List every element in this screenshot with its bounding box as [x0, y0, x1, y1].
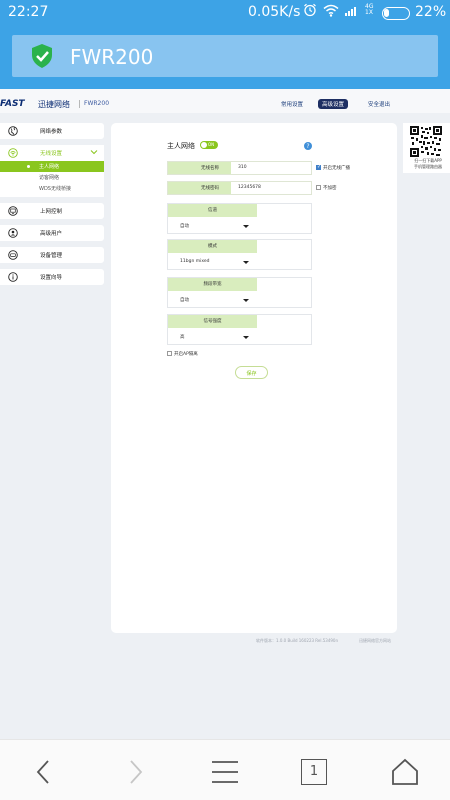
browser-bottom-nav: 1 — [0, 739, 450, 800]
app-title: FWR200 — [70, 45, 154, 69]
info-icon — [8, 272, 18, 282]
router-model: FWR200 — [84, 100, 110, 107]
channel-select[interactable]: 自动 — [180, 223, 189, 229]
bandwidth-select[interactable]: 自动 — [180, 297, 189, 303]
sidebar-item-advanced-user[interactable]: 高级用户 — [0, 225, 104, 241]
no-encrypt-label: 不加密 — [323, 186, 337, 191]
firmware-version: 软件版本：1.0.0 Build 160223 Rel.53490n — [256, 638, 339, 643]
wifi-icon — [323, 4, 339, 17]
logo-chinese: 迅捷网络 — [38, 100, 70, 109]
sidebar-item-network[interactable]: 网络参数 — [0, 123, 104, 139]
app-header: FWR200 — [0, 27, 450, 89]
status-icons: 4G 1X — [303, 3, 373, 17]
host-network-panel: 主人网络 ON ? 无线名称 310 开启无线广播 无线密码 12345678 … — [111, 123, 397, 633]
signal-icon — [345, 6, 356, 16]
shield-check-icon — [32, 44, 52, 68]
user-icon — [8, 228, 18, 238]
home-icon[interactable] — [390, 757, 420, 787]
menu-icon[interactable] — [210, 757, 240, 787]
monitor-icon — [8, 206, 18, 216]
broadcast-checkbox[interactable]: 开启无线广播 — [316, 164, 350, 171]
sidebar-item-label: 高级用户 — [40, 231, 63, 237]
save-button[interactable]: 保存 — [235, 366, 268, 379]
logo-separator: | — [78, 99, 81, 108]
signal-power-select[interactable]: 高 — [180, 334, 185, 340]
ap-isolation-label: 开启AP隔离 — [174, 352, 198, 357]
back-icon[interactable] — [29, 757, 59, 787]
ssid-input[interactable]: 310 — [238, 165, 247, 170]
help-icon[interactable]: ? — [304, 142, 312, 150]
sidebar-item-label: 无线设置 — [40, 151, 63, 157]
channel-label: 信道 — [168, 204, 257, 217]
qr-code-icon — [410, 126, 442, 157]
sidebar-item-label: 网络参数 — [40, 129, 63, 135]
bandwidth-field: 频段带宽 自动 — [167, 277, 312, 308]
signal-power-field: 信号强度 高 — [167, 314, 312, 345]
channel-field: 信道 自动 — [167, 203, 312, 234]
checkbox-checked-icon — [316, 164, 321, 170]
globe-icon — [8, 126, 18, 136]
sidebar-item-label: 设置向导 — [40, 275, 63, 281]
sidebar-item-internet-control[interactable]: 上网控制 — [0, 203, 104, 219]
caret-down-icon[interactable] — [243, 261, 249, 264]
alarm-icon — [304, 3, 316, 17]
ssid-label: 无线名称 — [168, 162, 231, 174]
battery-percent: 22% — [415, 4, 447, 20]
qr-caption-line2: 手机管理路由器 — [414, 164, 442, 169]
caret-down-icon[interactable] — [243, 225, 249, 228]
sidebar-item-label: 上网控制 — [40, 209, 63, 215]
mode-label: 模式 — [168, 240, 257, 253]
qr-code-box: 扫一扫下载APP 手机管理路由器 — [403, 123, 450, 173]
tabs-button[interactable]: 1 — [301, 759, 327, 785]
signal-power-label: 信号强度 — [168, 315, 257, 328]
bandwidth-label: 频段带宽 — [168, 278, 257, 291]
status-time: 22:27 — [8, 4, 49, 20]
host-network-toggle[interactable]: ON — [200, 141, 218, 149]
nav-logout[interactable]: 安全退出 — [368, 100, 390, 108]
network-speed: 0.05K/s — [248, 4, 301, 20]
status-bar: 22:27 0.05K/s 4G 1X 22% — [0, 0, 450, 27]
sidebar-subitem-wds-bridge[interactable]: WDS无线桥接 — [0, 183, 104, 194]
qr-caption: 扫一扫下载APP 手机管理路由器 — [406, 158, 450, 170]
mode-select[interactable]: 11bgn mixed — [180, 259, 210, 264]
sidebar-item-setup-wizard[interactable]: 设置向导 — [0, 269, 104, 285]
sidebar: 网络参数 无线设置 主人网络 访客网络 WDS无线桥接 上网控制 高级用户 设备… — [0, 123, 104, 291]
sidebar-subitem-host-network[interactable]: 主人网络 — [0, 161, 104, 172]
password-label: 无线密码 — [168, 182, 231, 194]
network-sub: 1X — [365, 9, 373, 16]
fast-logo: FAST — [0, 99, 25, 109]
password-row: 无线密码 12345678 — [167, 181, 312, 195]
sidebar-item-wireless[interactable]: 无线设置 — [0, 145, 104, 161]
app-title-box[interactable]: FWR200 — [12, 35, 438, 77]
chevron-down-icon — [90, 150, 98, 155]
caret-down-icon[interactable] — [243, 336, 249, 339]
ssid-row: 无线名称 310 — [167, 161, 312, 175]
web-header: FAST 迅捷网络 | FWR200 常用设置 高级设置 安全退出 — [0, 89, 450, 113]
official-site-link[interactable]: 迅捷网络官方网站 — [359, 638, 391, 644]
broadcast-label: 开启无线广播 — [323, 166, 350, 171]
panel-title: 主人网络 — [167, 142, 195, 150]
mode-field: 模式 11bgn mixed — [167, 239, 312, 270]
caret-down-icon[interactable] — [243, 299, 249, 302]
sidebar-subitem-guest-network[interactable]: 访客网络 — [0, 172, 104, 183]
password-input[interactable]: 12345678 — [238, 185, 261, 190]
sidebar-item-label: 设备管理 — [40, 253, 63, 259]
sidebar-group-wireless: 无线设置 主人网络 访客网络 WDS无线桥接 — [0, 145, 104, 197]
device-icon — [8, 250, 18, 260]
nav-common-settings[interactable]: 常用设置 — [281, 100, 303, 108]
sidebar-item-device-management[interactable]: 设备管理 — [0, 247, 104, 263]
forward-icon[interactable] — [120, 757, 150, 787]
battery-icon — [382, 7, 410, 20]
toggle-label: ON — [208, 142, 215, 147]
ap-isolation-checkbox[interactable]: 开启AP隔离 — [167, 351, 198, 357]
svg-text:?: ? — [306, 143, 309, 150]
web-page: FAST 迅捷网络 | FWR200 常用设置 高级设置 安全退出 网络参数 无… — [0, 89, 450, 739]
wifi-icon — [8, 148, 18, 158]
nav-advanced-settings[interactable]: 高级设置 — [318, 99, 349, 109]
checkbox-icon — [167, 351, 172, 356]
no-encrypt-checkbox[interactable]: 不加密 — [316, 185, 337, 191]
checkbox-icon — [316, 185, 321, 190]
